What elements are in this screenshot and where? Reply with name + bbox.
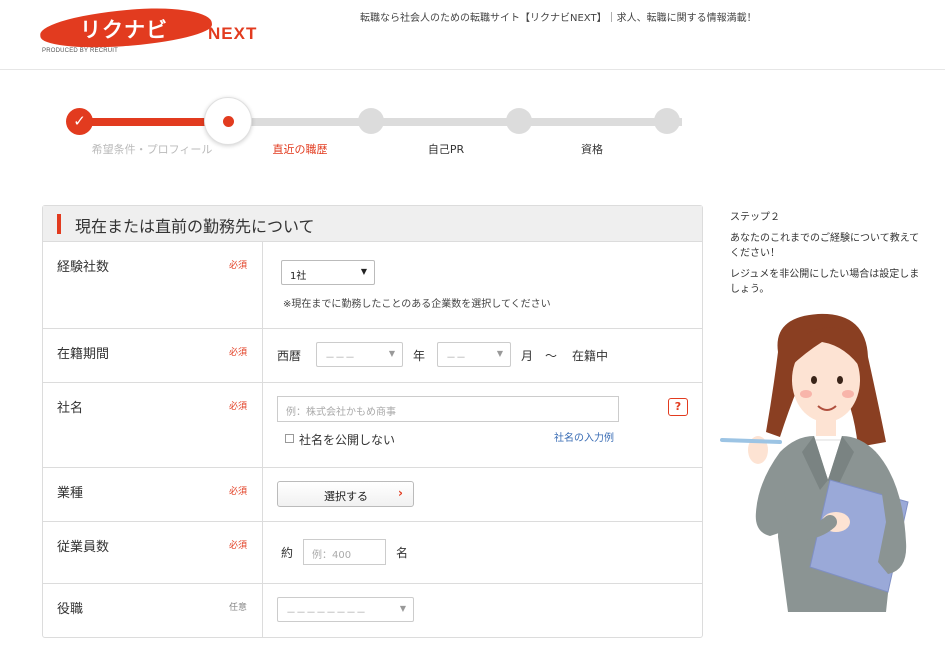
- hide-company-label[interactable]: 社名を公開しない: [299, 431, 395, 448]
- required-badge: 必須: [229, 348, 248, 358]
- row-position: 役職 任意 －－－－－－－－ ▼: [43, 584, 702, 637]
- guide-woman-illustration: [720, 313, 909, 612]
- required-badge: 必須: [229, 487, 248, 497]
- form-header-accent-bar: [57, 214, 61, 234]
- experience-count-note: ※現在までに勤務したことのある企業数を選択してください: [283, 299, 551, 310]
- logo-text: リクナビ: [80, 18, 168, 42]
- required-badge: 必須: [229, 402, 248, 412]
- work-history-form: 現在または直前の勤務先について 経験社数 必須 1社 ▼ ※現在までに勤務したこ…: [42, 205, 703, 638]
- step-5-dot: [654, 108, 680, 134]
- step-4-dot: [506, 108, 532, 134]
- row-label-cell: 従業員数 必須: [43, 522, 263, 583]
- start-year-select[interactable]: －－－ ▼: [316, 342, 403, 367]
- logo-produced-by: PRODUCED BY RECRUIT: [42, 48, 119, 54]
- field-label: 経験社数: [57, 260, 110, 275]
- step-1-check-icon: ✓: [66, 108, 93, 135]
- row-label-cell: 経験社数 必須: [43, 242, 263, 328]
- step-3-dot: [358, 108, 384, 134]
- optional-badge: 任意: [229, 603, 248, 613]
- approx-prefix: 約: [281, 546, 294, 560]
- guide-message-2: レジュメを非公開にしたい場合は設定しましょう。: [730, 269, 920, 295]
- row-company-name: 社名 必須 例：株式会社かもめ商事 ? 社名を公開しない 社名の入力例: [43, 383, 702, 468]
- required-badge: 必須: [229, 261, 248, 271]
- select-value: 1社: [290, 271, 307, 282]
- rikunabi-next-logo[interactable]: リクナビ NEXT PRODUCED BY RECRUIT: [38, 4, 270, 60]
- employee-count-input[interactable]: 例：400: [303, 539, 386, 565]
- logo-next-text: NEXT: [208, 24, 258, 43]
- form-title: 現在または直前の勤務先について: [75, 217, 315, 236]
- select-placeholder: －－－: [325, 353, 355, 364]
- guide-panel: ステップ２ あなたのこれまでのご経験について教えてください！ レジュメを非公開に…: [730, 210, 925, 303]
- guide-message-1: あなたのこれまでのご経験について教えてください！: [730, 233, 920, 259]
- row-tenure: 在籍期間 必須 西暦 －－－ ▼ 年 －－ ▼ 月 〜 在籍中: [43, 329, 702, 383]
- company-example-link[interactable]: 社名の入力例: [554, 429, 614, 444]
- progress-stepper: ✓ 希望条件・プロフィール 直近の職歴 自己PR 資格: [60, 96, 700, 166]
- select-placeholder: －－: [446, 353, 466, 364]
- field-label: 役職: [57, 602, 84, 617]
- position-select[interactable]: －－－－－－－－ ▼: [277, 597, 414, 622]
- step-label-preferences: 希望条件・プロフィール: [91, 143, 213, 156]
- row-label-cell: 業種 必須: [43, 468, 263, 521]
- required-badge: 必須: [229, 541, 248, 551]
- select-placeholder: －－－－－－－－: [286, 608, 366, 619]
- form-header: 現在または直前の勤務先について: [43, 206, 702, 242]
- row-label-cell: 社名 必須: [43, 383, 263, 467]
- step-label-recent-job: 直近の職歴: [272, 143, 328, 156]
- chevron-down-icon: ▼: [360, 267, 367, 276]
- field-label: 在籍期間: [57, 347, 110, 362]
- employee-unit: 名: [396, 546, 409, 560]
- chevron-right-icon: ›: [398, 486, 403, 500]
- chevron-down-icon: ▼: [496, 349, 503, 358]
- experience-count-select[interactable]: 1社 ▼: [281, 260, 375, 285]
- button-label: 選択する: [324, 490, 368, 503]
- tilde-separator: 〜: [545, 349, 558, 363]
- page: リクナビ NEXT PRODUCED BY RECRUIT 転職なら社会人のため…: [0, 0, 945, 652]
- stepper-track-todo: [227, 118, 682, 126]
- era-label: 西暦: [277, 349, 302, 363]
- chevron-down-icon: ▼: [399, 604, 406, 613]
- row-label-cell: 在籍期間 必須: [43, 329, 263, 382]
- chevron-down-icon: ▼: [388, 349, 395, 358]
- start-month-select[interactable]: －－ ▼: [437, 342, 511, 367]
- help-icon[interactable]: ?: [668, 398, 688, 416]
- row-label-cell: 役職 任意: [43, 584, 263, 637]
- company-name-input[interactable]: 例：株式会社かもめ商事: [277, 396, 619, 422]
- month-unit: 月: [521, 349, 534, 363]
- row-experience-count: 経験社数 必須 1社 ▼ ※現在までに勤務したことのある企業数を選択してください: [43, 242, 702, 329]
- site-tagline: 転職なら社会人のための転職サイト【リクナビNEXT】｜求人、転職に関する情報満載…: [360, 13, 757, 24]
- step-2-current-dot: [204, 97, 252, 145]
- step-label-qualifications: 資格: [581, 143, 603, 156]
- site-header: リクナビ NEXT PRODUCED BY RECRUIT 転職なら社会人のため…: [0, 0, 945, 70]
- field-label: 社名: [57, 401, 84, 416]
- step-label-self-pr: 自己PR: [427, 143, 465, 156]
- hide-company-checkbox[interactable]: [285, 434, 294, 443]
- row-industry: 業種 必須 選択する ›: [43, 468, 702, 522]
- field-label: 業種: [57, 486, 84, 501]
- year-unit: 年: [413, 349, 426, 363]
- select-industry-button[interactable]: 選択する ›: [277, 481, 414, 507]
- guide-step: ステップ２: [730, 212, 780, 223]
- row-employees: 従業員数 必須 約 例：400 名: [43, 522, 702, 584]
- currently-employed-label[interactable]: 在籍中: [572, 347, 608, 364]
- field-label: 従業員数: [57, 540, 110, 555]
